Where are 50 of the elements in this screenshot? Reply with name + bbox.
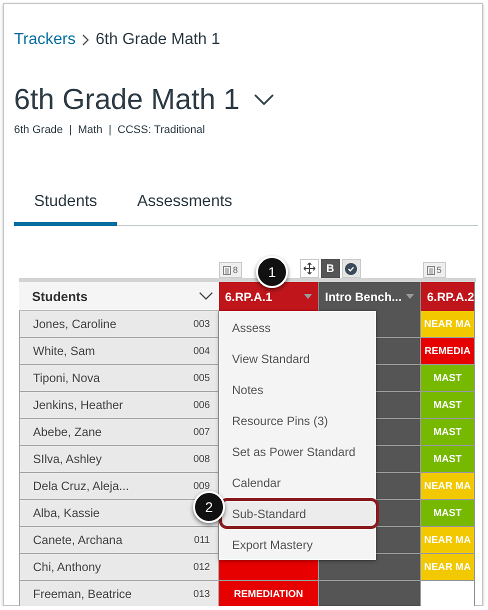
- caret-icon[interactable]: [406, 294, 414, 299]
- student-name-cell: SIlva, Ashley 008: [19, 446, 219, 473]
- mastery-cell: MAST: [421, 500, 475, 527]
- tab[interactable]: Students: [14, 182, 118, 226]
- chevron-right-icon: [82, 34, 90, 46]
- chevron-down-icon[interactable]: [199, 292, 213, 300]
- list-icon: [426, 266, 435, 274]
- breadcrumb-link[interactable]: Trackers: [14, 30, 76, 50]
- mastery-cell: MAST: [421, 365, 475, 392]
- benchmark-badge[interactable]: B: [320, 259, 340, 278]
- student-name-cell: Chi, Anthony 012: [19, 554, 219, 581]
- student-name-cell: Tiponi, Nova 005: [19, 365, 219, 392]
- column-header[interactable]: 6.RP.A.1: [219, 282, 319, 311]
- column-header[interactable]: Intro Bench...: [319, 282, 421, 311]
- student-name-cell: Jenkins, Heather 006: [19, 392, 219, 419]
- move-icon[interactable]: [300, 259, 319, 278]
- menu-item[interactable]: Assess: [219, 312, 376, 343]
- menu-item[interactable]: Sub-Standard: [219, 498, 379, 529]
- menu-item[interactable]: Notes: [219, 374, 376, 405]
- mastery-cell: MAST: [421, 419, 475, 446]
- breadcrumb-current: 6th Grade Math 1: [96, 30, 220, 50]
- mastery-cell: REMEDIA: [421, 338, 475, 365]
- student-name-cell: Dela Cruz, Aleja... 009: [19, 473, 219, 500]
- check-icon[interactable]: [342, 259, 361, 278]
- menu-item[interactable]: Set as Power Standard: [219, 436, 376, 467]
- mastery-cell: MAST: [421, 446, 475, 473]
- tracker-details: 6th Grade | Math | CCSS: Traditional: [14, 124, 206, 136]
- mastery-cell: NEAR MA: [421, 311, 475, 338]
- menu-item[interactable]: Export Mastery: [219, 529, 376, 560]
- menu-item[interactable]: Resource Pins (3): [219, 405, 376, 436]
- student-name-cell: Abebe, Zane 007: [19, 419, 219, 446]
- menu-item[interactable]: View Standard: [219, 343, 376, 374]
- student-name-cell: Freeman, Beatrice 013: [19, 581, 219, 606]
- mastery-cell: REMEDIATION: [219, 581, 319, 606]
- mastery-cell: MAST: [421, 392, 475, 419]
- students-column-header[interactable]: Students: [19, 282, 219, 311]
- step-callout: 1: [256, 256, 288, 288]
- list-icon: [222, 266, 231, 274]
- student-name-cell: Jones, Caroline 003: [19, 311, 219, 338]
- mastery-cell: NEAR MA: [421, 527, 475, 554]
- mastery-cell: NEAR MA: [421, 473, 475, 500]
- tab[interactable]: Assessments: [117, 182, 252, 226]
- mastery-cell: NEAR MA: [421, 554, 475, 581]
- student-name-cell: White, Sam 004: [19, 338, 219, 365]
- count-badge[interactable]: 5: [422, 262, 446, 278]
- column-header[interactable]: 6.RP.A.2: [421, 282, 475, 311]
- chevron-down-icon[interactable]: [254, 94, 274, 106]
- page-title: 6th Grade Math 1: [14, 83, 240, 118]
- student-name-cell: Canete, Archana 011: [19, 527, 219, 554]
- count-badge[interactable]: 8: [218, 262, 242, 278]
